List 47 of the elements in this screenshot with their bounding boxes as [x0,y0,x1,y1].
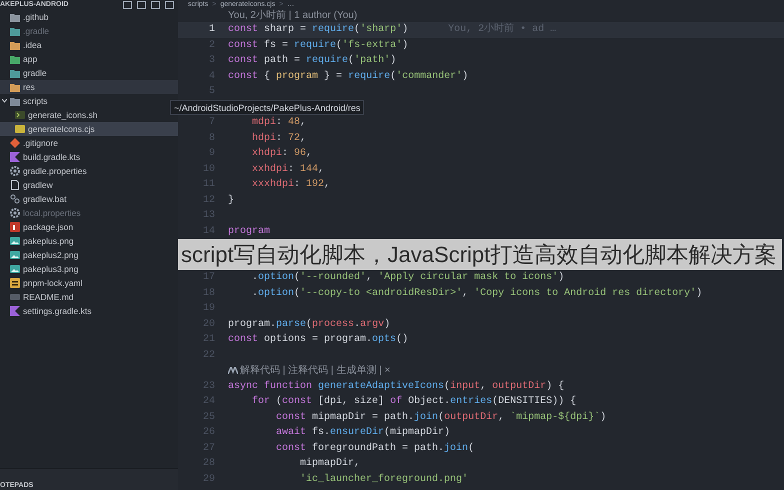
code-line: program.parse(process.argv) [228,318,390,332]
file-name: scripts [23,94,48,108]
file-name: .idea [23,38,42,52]
code-line: async function generateAdaptiveIcons(input, outputDir) { [228,380,564,394]
file-name: gradle.properties [23,164,87,178]
code-line: const options = program.opts() [228,332,408,348]
code-line: await fs.ensureDir(mipmapDir) [275,426,450,440]
file-name: gradlew.bat [23,192,66,206]
file-name: .gradle [23,24,49,38]
file-name: build.gradle.kts [23,150,80,164]
file-name: generate_icons.sh [28,108,98,122]
file-name: local.properties [23,206,81,220]
file-name: settings.gradle.kts [23,304,92,318]
code-line: .option('--copy-to <androidResDir>', 'Copy icons to Android res directory') [251,286,702,301]
code-line: mipmapDir, [299,456,360,472]
code-line: const { program } = require('commander') [228,70,468,84]
code-line: const foregroundPath = path.join( [275,442,474,456]
code-line: const sharp = require('sharp') [228,22,408,38]
code-line: const path = require('path') [228,54,396,68]
code-line: xhdpi: 96, [251,146,312,162]
code-line: program [228,224,270,239]
file-name: generateIcons.cjs [28,122,95,136]
line-number: 1 [208,23,215,38]
file-name: pakeplus3.png [23,262,78,276]
file-name: gradle [23,66,47,80]
code-line: } [228,194,234,208]
file-name: package.json [23,220,74,234]
code-line: hdpi: 72, [251,132,306,146]
file-name: gradlew [23,178,53,192]
code-line: mdpi: 48, [251,116,306,130]
code-line: const fs = require('fs-extra') [228,38,408,53]
caption-text: script写自动化脚本，JavaScript打造高效自动化脚本解决方案 [181,241,776,269]
code-line: for (const [dpi, size] of Object.entries(DENSITIES)) { [251,394,576,410]
file-name: .gitignore [23,136,58,150]
code-line: xxhdpi: 144, [251,162,324,177]
file-name: pnpm-lock.yaml [23,276,83,290]
code-line: xxxhdpi: 192, [251,178,330,192]
file-name: README.md [23,290,74,304]
file-name: app [23,52,38,66]
file-name: pakeplus.png [23,234,74,248]
file-name: pakeplus2.png [23,248,78,262]
code-line: 'ic_launcher_foreground.png' [299,472,468,487]
code-line: .option('--rounded', 'Apply circular mask to icons') [251,270,564,286]
code-line: const mipmapDir = path.join(outputDir, `mipmap-${dpi}`) [275,410,606,425]
path-tooltip: ~/AndroidStudioProjects/PakePlus-Android/res [170,100,364,115]
file-name: res [23,80,35,94]
file-name: .github [23,10,49,24]
